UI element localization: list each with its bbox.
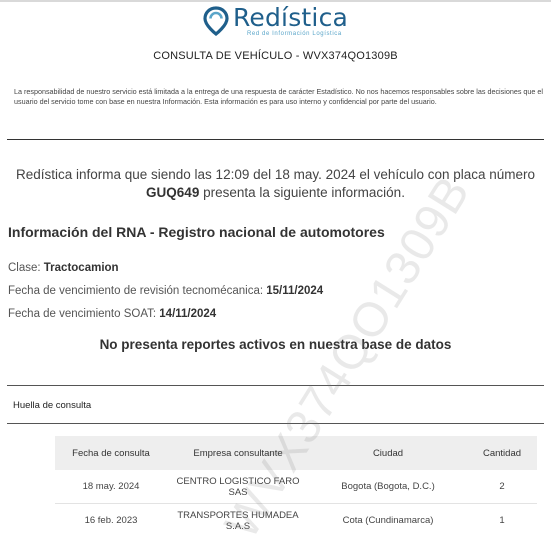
brand-name: Redística — [232, 2, 349, 32]
top-border — [0, 0, 551, 2]
consultas-table: Fecha de consulta Empresa consultante Ci… — [55, 436, 537, 536]
location-pin-icon — [203, 6, 229, 36]
field-label: Fecha de vencimiento de revisión tecnomé… — [8, 285, 267, 297]
report-page: Redística Red de Información Logística C… — [0, 0, 551, 536]
field-label: Fecha de vencimiento SOAT: — [8, 308, 160, 320]
table-cell: 16 feb. 2023 — [84, 515, 138, 526]
field-soat: Fecha de vencimiento SOAT: 14/11/2024 — [8, 308, 216, 320]
disclaimer-text: La responsabilidad de nuestro servicio e… — [14, 87, 543, 106]
field-label: Clase: — [8, 262, 44, 274]
plate-number: GUQ649 — [146, 185, 200, 200]
field-value: 15/11/2024 — [266, 285, 324, 297]
field-value: Tractocamion — [43, 262, 119, 274]
table-cell: 2 — [499, 481, 505, 492]
table-cell: 18 may. 2024 — [82, 481, 140, 492]
table-cell: CENTRO LOGISTICO FARO SAS — [176, 475, 300, 498]
huella-label: Huella de consulta — [13, 400, 92, 411]
column-header: Cantidad — [482, 447, 522, 459]
table-row: 18 may. 2024 CENTRO LOGISTICO FARO SAS B… — [55, 470, 537, 504]
section-divider — [7, 423, 544, 424]
table-cell: TRANSPORTES HUMADEA S.A.S — [177, 509, 299, 532]
intro-statement: Redística informa que siendo las 12:09 d… — [7, 166, 544, 202]
logo-text: Redística Red de Información Logística — [232, 2, 349, 38]
intro-text-end: presenta la siguiente información. — [199, 185, 405, 200]
consulta-title: CONSULTA DE VEHÍCULO - WVX374QO1309B — [153, 50, 398, 62]
rna-section-title: Información del RNA - Registro nacional … — [8, 224, 385, 240]
section-divider — [7, 139, 544, 140]
no-reports-message: No presenta reportes activos en nuestra … — [99, 337, 452, 352]
section-divider — [7, 385, 544, 386]
table-header: Fecha de consulta Empresa consultante Ci… — [55, 436, 537, 470]
table-cell: Bogota (Bogota, D.C.) — [341, 481, 435, 492]
logo-group: Redística Red de Información Logística — [203, 2, 349, 38]
brand-logo: Redística Red de Información Logística — [0, 3, 551, 39]
brand-tagline: Red de Información Logística — [246, 30, 342, 37]
table-cell: 1 — [499, 515, 505, 526]
field-value: 14/11/2024 — [159, 308, 217, 320]
table-row: 16 feb. 2023 TRANSPORTES HUMADEA S.A.S C… — [55, 504, 537, 536]
field-clase: Clase: Tractocamion — [8, 262, 119, 274]
column-header: Ciudad — [372, 447, 404, 459]
field-revision-tecnomecanica: Fecha de vencimiento de revisión tecnomé… — [8, 285, 323, 297]
intro-text-start: Redística informa que siendo las 12:09 d… — [15, 167, 536, 182]
table-cell: Cota (Cundinamarca) — [342, 515, 434, 526]
column-header: Empresa consultante — [193, 447, 283, 459]
column-header: Fecha de consulta — [72, 447, 150, 459]
